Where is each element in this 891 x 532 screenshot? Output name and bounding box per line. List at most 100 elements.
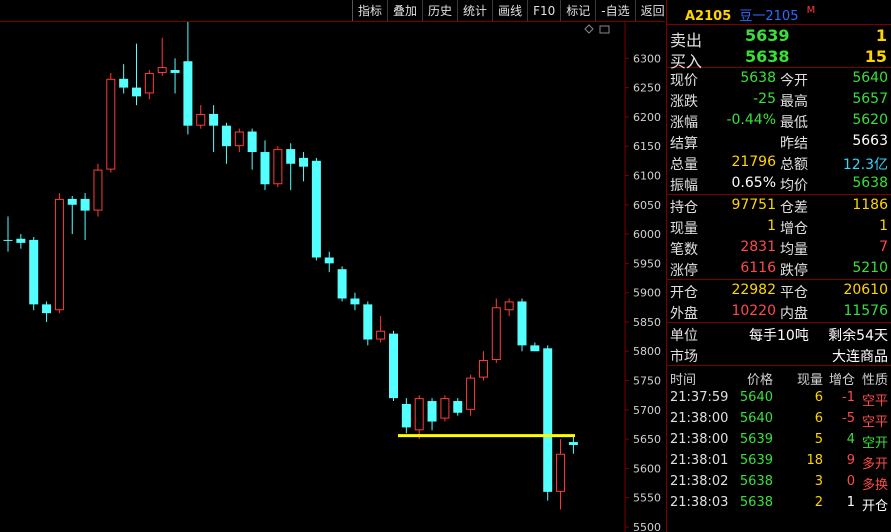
- candle-body-down: [221, 125, 231, 147]
- toolbar-button-6[interactable]: 标记: [560, 0, 595, 21]
- quote-row: 结算 昨结 5663: [667, 131, 891, 152]
- openclose-label: 外盘: [670, 306, 698, 322]
- openclose-value: 10220: [731, 303, 776, 319]
- candle-body-up: [54, 198, 64, 311]
- position-section: 持仓 97751 仓差 1186 现量 1 增仓 1 笔数 2831 均量 7 涨停 6116 跌停 5210: [667, 195, 891, 280]
- candle-body-up: [93, 169, 103, 211]
- candle-body-down: [401, 403, 411, 428]
- candle-body-up: [556, 453, 566, 492]
- candle-body-up: [196, 113, 206, 126]
- toolbar-button-4[interactable]: 画线: [492, 0, 527, 21]
- position-label: 仓差: [780, 200, 808, 216]
- trade-type: 多换: [861, 478, 888, 493]
- trade-time: 21:38:02: [670, 474, 729, 489]
- position-label: 增仓: [780, 221, 808, 237]
- candle-body-down: [209, 113, 219, 126]
- quote-row: 现价 5638 今开 5640: [667, 68, 891, 89]
- info-row: 市场 大连商品: [667, 344, 891, 365]
- position-row: 现量 1 增仓 1: [667, 216, 891, 237]
- trade-oi-change: 4: [846, 432, 855, 447]
- candle-body-down: [363, 304, 373, 340]
- toolbar-button-5[interactable]: F10: [527, 0, 560, 21]
- bidask-price: 5639: [745, 26, 790, 45]
- bidask-volume: 1: [875, 26, 887, 45]
- candle-body-down: [170, 70, 180, 73]
- y-tick-label: 5600: [633, 462, 661, 475]
- kline-svg[interactable]: 6300 6250 6200 6150 6100 6050 6000 5950 5900 5850…: [0, 22, 665, 532]
- bid-ask-section: 卖出 5639 1 买入 5638 15: [667, 25, 891, 71]
- trades-header: 时间 价格 现量 增仓 性质: [667, 366, 891, 388]
- y-tick-label: 5700: [633, 404, 661, 417]
- toolbar: 指标 叠加 历史 统计 画线 F10 标记 -自选 返回: [352, 0, 670, 21]
- trade-price: 5639: [739, 432, 773, 447]
- position-value: 1186: [852, 197, 888, 213]
- candle-body-up: [273, 149, 283, 185]
- candle-body-up: [491, 307, 501, 361]
- y-tick-label: 5950: [633, 257, 661, 270]
- contract-info-section: 单位 每手10吨 剩余54天 市场 大连商品: [667, 323, 891, 366]
- contract-name[interactable]: 豆一2105: [739, 9, 798, 24]
- trade-oi-change: 9: [846, 453, 855, 468]
- trade-ticks: 时间 价格 现量 增仓 性质 21:37:59 5640 6 -1 空平 21:38:00 5640 6…: [667, 366, 891, 514]
- y-tick-label: 5850: [633, 316, 661, 329]
- position-row: 持仓 97751 仓差 1186: [667, 195, 891, 216]
- quote-value: 5640: [852, 70, 888, 86]
- candle-body-up: [376, 330, 386, 340]
- toolbar-button-0[interactable]: 指标: [352, 0, 387, 21]
- candle-body-down: [16, 238, 26, 243]
- position-label: 跌停: [780, 263, 808, 279]
- quote-label: 振幅: [670, 178, 698, 194]
- toolbar-button-2[interactable]: 历史: [422, 0, 457, 21]
- kline-chart[interactable]: 6300 6250 6200 6150 6100 6050 6000 5950 5900 5850…: [0, 21, 665, 532]
- trade-row: 21:38:00 5639 5 4 空开: [667, 429, 891, 451]
- quote-label: 总额: [780, 157, 808, 173]
- quote-value: 5663: [852, 133, 888, 149]
- toolbar-button-3[interactable]: 统计: [457, 0, 492, 21]
- quote-value: 5638: [852, 175, 888, 191]
- position-row: 涨停 6116 跌停 5210: [667, 258, 891, 279]
- position-label: 笔数: [670, 242, 698, 258]
- trade-row: 21:38:00 5640 6 -5 空平: [667, 408, 891, 430]
- bidask-price: 5638: [745, 47, 790, 66]
- candle-body-down: [568, 442, 578, 445]
- position-value: 6116: [740, 260, 776, 276]
- candle-body-down: [286, 149, 296, 164]
- candle-body-up: [414, 398, 424, 431]
- trade-type: 多开: [861, 457, 888, 472]
- toolbar-button-8[interactable]: 返回: [634, 0, 670, 21]
- candle-body-down: [29, 239, 39, 305]
- openclose-row: 外盘 10220 内盘 11576: [667, 301, 891, 322]
- y-tick-label: 6000: [633, 228, 661, 241]
- trade-price: 5638: [739, 495, 773, 510]
- candle-body-down: [350, 298, 360, 305]
- trade-price: 5640: [739, 390, 773, 405]
- trade-row: 21:38:01 5639 18 9 多开: [667, 450, 891, 472]
- trades-header-cell: 性质: [861, 373, 888, 388]
- quote-panel: A2105 豆一2105 M 卖出 5639 1 买入 5638 15 现价 5638 今开 5…: [666, 0, 891, 532]
- quote-label: 现价: [670, 73, 698, 89]
- candle-body-down: [260, 152, 270, 185]
- quote-label: 昨结: [780, 136, 808, 152]
- trade-price: 5640: [739, 411, 773, 426]
- openclose-value: 20610: [843, 282, 888, 298]
- trade-volume: 2: [814, 495, 823, 510]
- trade-time: 21:38:00: [670, 432, 729, 447]
- quote-value: -25: [753, 91, 776, 107]
- trade-oi-change: 1: [846, 495, 855, 510]
- candle-body-down: [80, 198, 90, 211]
- toolbar-button-1[interactable]: 叠加: [387, 0, 422, 21]
- contract-header: A2105 豆一2105 M: [667, 0, 891, 25]
- bidask-row: 卖出 5639 1: [667, 25, 891, 50]
- position-row: 笔数 2831 均量 7: [667, 237, 891, 258]
- bidask-volume: 15: [864, 47, 887, 66]
- trade-type: 空开: [861, 436, 888, 451]
- candle-body-down: [67, 198, 77, 205]
- candle-body-down: [324, 257, 334, 264]
- trade-volume: 6: [814, 411, 823, 426]
- quote-label: 最低: [780, 115, 808, 131]
- trade-time: 21:38:00: [670, 411, 729, 426]
- toolbar-button-7[interactable]: -自选: [595, 0, 634, 21]
- quote-label: 总量: [670, 157, 698, 173]
- position-value: 97751: [731, 197, 776, 213]
- openclose-label: 开仓: [670, 285, 698, 301]
